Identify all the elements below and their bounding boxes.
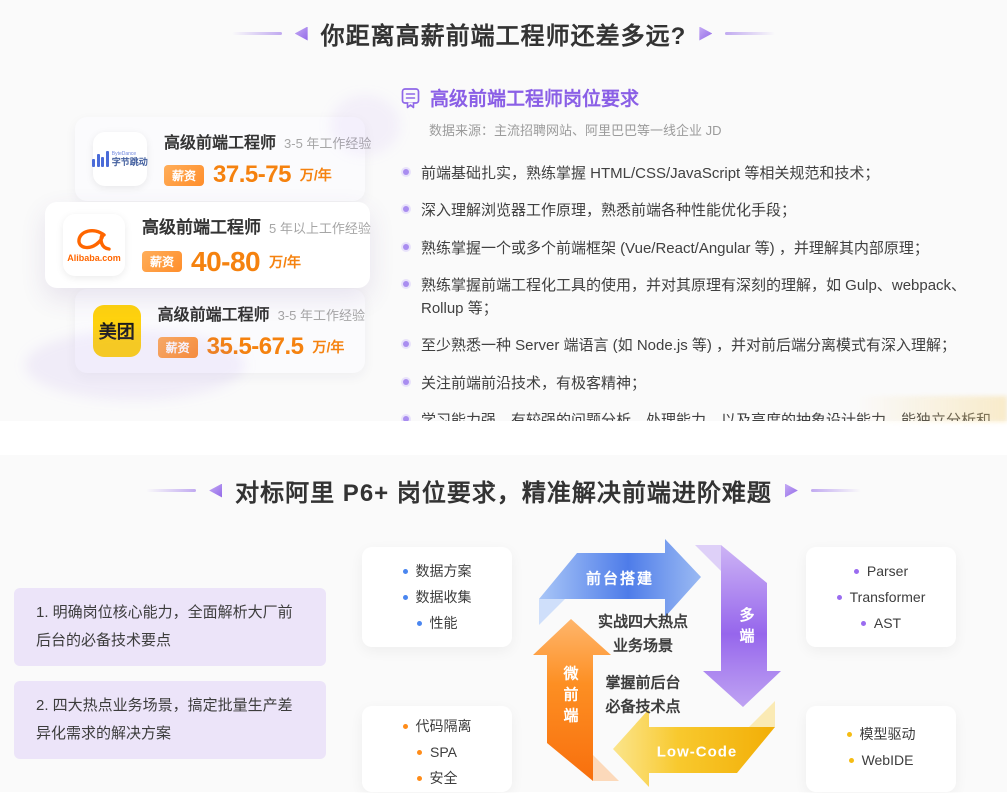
alibaba-logo: Alibaba.com [63, 214, 125, 276]
cycle-diagram: 前台搭建 多端 Low-Code 微前端 实战四大热点 业务场景 掌握前后台 必… [525, 533, 790, 793]
triangle-right-icon [699, 27, 712, 41]
section2-title: 对标阿里 P6+ 岗位要求，精准解决前端进阶难题 [235, 473, 772, 508]
salary-unit: 万/年 [269, 252, 301, 272]
list-item: Parser [816, 559, 946, 585]
section-divider [0, 421, 1007, 455]
job-title: 高级前端工程师 [164, 129, 276, 153]
bullet-dot [854, 569, 859, 574]
salary-range: 35.5-67.5 [207, 333, 304, 361]
salary-range: 37.5-75 [213, 161, 291, 189]
triangle-left-icon [295, 27, 308, 41]
section1-title-row: 你距离高薪前端工程师还差多远? [0, 16, 1007, 51]
list-item: 代码隔离 [372, 714, 502, 740]
salary-unit: 万/年 [300, 165, 332, 185]
bullet-dot [403, 595, 408, 600]
job-card-alibaba: Alibaba.com 高级前端工程师 5 年以上工作经验 薪资 40-80 万… [45, 202, 370, 288]
card-micro-frontend-topics: 代码隔离 SPA 安全 [362, 706, 512, 792]
decorative-cream-strip [857, 396, 1007, 422]
requirement-item: 熟练掌握前端工程化工具的使用，并对其原理有深刻的理解，如 Gulp、webpac… [400, 274, 992, 321]
requirement-item: 关注前端前沿技术，有极客精神； [400, 372, 992, 395]
section-p6-requirements: 对标阿里 P6+ 岗位要求，精准解决前端进阶难题 1. 明确岗位核心能力，全面解… [0, 455, 1007, 792]
bullet-dot [403, 341, 409, 347]
arrow-label-micro-frontend: 微前端 [560, 666, 581, 729]
list-item: 性能 [372, 611, 502, 637]
salary-badge: 薪资 [142, 251, 182, 272]
bytedance-cn-label: 字节跳动 [112, 158, 148, 167]
bytedance-logo: ByteDance 字节跳动 [93, 132, 147, 186]
triangle-left-icon [209, 484, 222, 498]
salary-unit: 万/年 [313, 337, 345, 357]
bullet-dot [417, 750, 422, 755]
section2-title-row: 对标阿里 P6+ 岗位要求，精准解决前端进阶难题 [0, 473, 1007, 508]
list-item: AST [816, 611, 946, 637]
alibaba-a-icon [74, 228, 114, 252]
job-title: 高级前端工程师 [158, 301, 270, 325]
list-item: Transformer [816, 585, 946, 611]
ornament-line [146, 489, 196, 492]
certificate-icon [400, 87, 421, 109]
selling-point-2: 2. 四大热点业务场景，搞定批量生产差异化需求的解决方案 [14, 681, 326, 759]
alibaba-label: Alibaba.com [67, 253, 121, 263]
bullet-dot [403, 569, 408, 574]
requirement-item: 前端基础扎实，熟练掌握 HTML/CSS/JavaScript 等相关规范和技术… [400, 162, 992, 185]
data-source-note: 数据来源：主流招聘网站、阿里巴巴等一线企业 JD [429, 120, 992, 139]
ornament-line [232, 32, 282, 35]
bullet-dot [403, 379, 409, 385]
arrow-label-lowcode: Low-Code [657, 744, 738, 761]
salary-badge: 薪资 [158, 337, 198, 358]
bullet-dot [849, 758, 854, 763]
card-multi-end-topics: Parser Transformer AST [806, 547, 956, 647]
requirement-item: 深入理解浏览器工作原理，熟悉前端各种性能优化手段； [400, 199, 992, 222]
arrow-label-frontend-build: 前台搭建 [586, 568, 654, 589]
list-item: 安全 [372, 766, 502, 792]
arrow-label-multi-end: 多端 [736, 607, 757, 649]
list-item: WebIDE [816, 748, 946, 774]
salary-range: 40-80 [191, 246, 260, 278]
bullet-dot [861, 621, 866, 626]
ornament-line [811, 489, 861, 492]
meituan-logo: 美团 [93, 305, 141, 357]
selling-point-1: 1. 明确岗位核心能力，全面解析大厂前后台的必备技术要点 [14, 588, 326, 666]
bullet-dot [403, 244, 409, 250]
bullet-dot [417, 776, 422, 781]
job-experience: 3-5 年工作经验 [278, 305, 365, 324]
list-item: SPA [372, 740, 502, 766]
job-card-meituan: 美团 高级前端工程师 3-5 年工作经验 薪资 35.5-67.5 万/年 [75, 289, 365, 373]
bullet-dot [837, 595, 842, 600]
bullet-dot [403, 281, 409, 287]
salary-badge: 薪资 [164, 165, 204, 186]
bullet-dot [847, 732, 852, 737]
requirement-item: 熟练掌握一个或多个前端框架 (Vue/React/Angular 等) ，并理解… [400, 237, 992, 260]
bullet-dot [403, 169, 409, 175]
diagram-center-text: 实战四大热点 业务场景 掌握前后台 必备技术点 [598, 611, 688, 720]
list-item: 数据方案 [372, 559, 502, 585]
job-card-bytedance: ByteDance 字节跳动 高级前端工程师 3-5 年工作经验 薪资 37.5… [75, 117, 365, 201]
ornament-line [725, 32, 775, 35]
requirement-item: 至少熟悉一种 Server 端语言 (如 Node.js 等) ，并对前后端分离… [400, 334, 992, 357]
card-frontend-build-topics: 数据方案 数据收集 性能 [362, 547, 512, 647]
list-item: 数据收集 [372, 585, 502, 611]
bullet-dot [417, 621, 422, 626]
bytedance-bars-icon [92, 151, 109, 167]
bullet-dot [403, 206, 409, 212]
section-salary-gap: 你距离高薪前端工程师还差多远? ByteDance 字节跳动 高级前端工程师 3… [0, 0, 1007, 421]
job-experience: 5 年以上工作经验 [269, 218, 371, 237]
section1-title: 你距离高薪前端工程师还差多远? [321, 16, 687, 51]
requirements-heading: 高级前端工程师岗位要求 [430, 84, 639, 111]
card-lowcode-topics: 模型驱动 WebIDE [806, 706, 956, 792]
job-title: 高级前端工程师 [142, 213, 261, 238]
job-experience: 3-5 年工作经验 [284, 133, 371, 152]
triangle-right-icon [785, 484, 798, 498]
bullet-dot [403, 724, 408, 729]
list-item: 模型驱动 [816, 722, 946, 748]
